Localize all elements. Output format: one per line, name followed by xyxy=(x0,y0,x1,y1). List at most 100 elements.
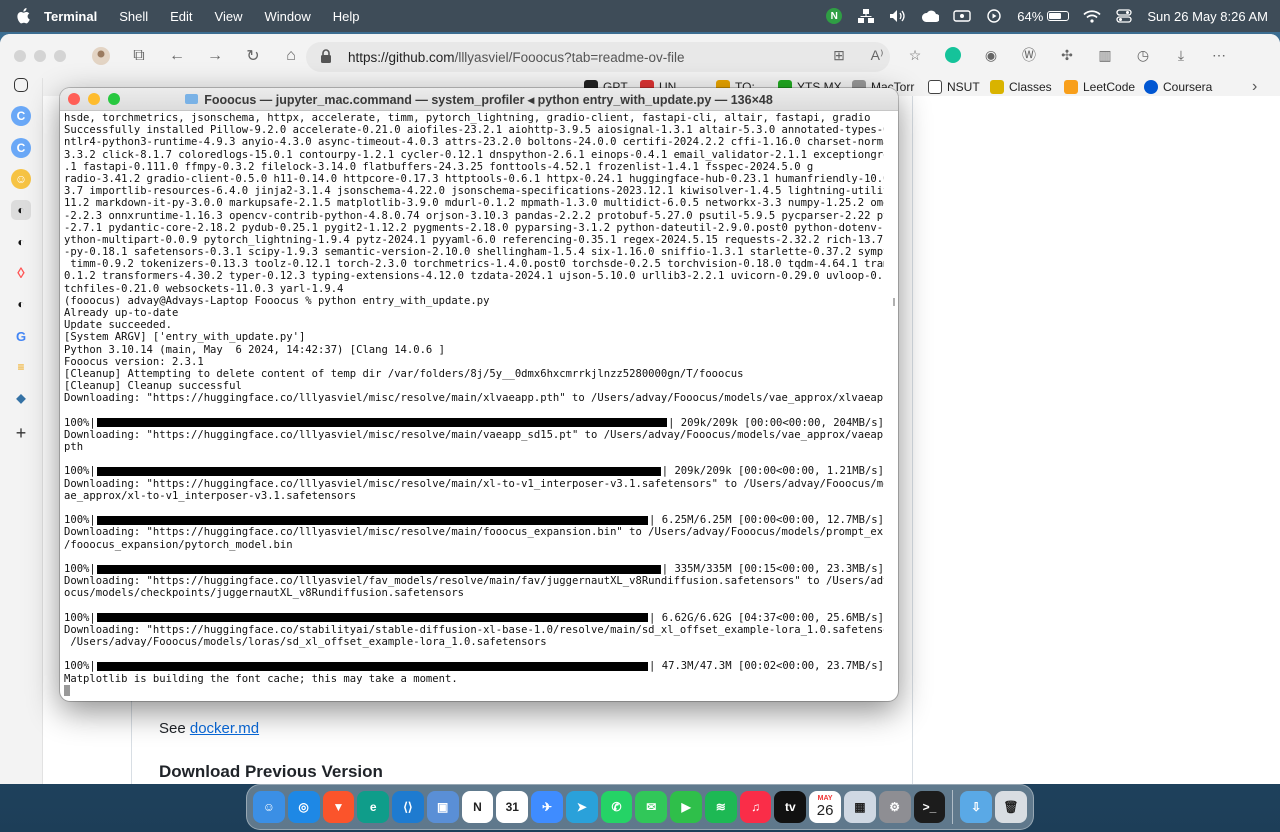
more-menu-icon[interactable]: ⋯ xyxy=(1206,42,1232,68)
dock-downloads-icon[interactable]: ⇩ xyxy=(960,791,993,823)
apps-grid-icon[interactable]: ⊞ xyxy=(826,42,852,68)
downloads-icon[interactable]: ⤓ xyxy=(1168,42,1194,68)
tabs-icon[interactable]: ⧉ xyxy=(126,43,152,69)
bookmarks-overflow-chevron-icon[interactable]: › xyxy=(1252,78,1257,96)
progress-bar xyxy=(96,564,661,574)
terminal-output[interactable]: hsde, torchmetrics, jsonschema, httpx, a… xyxy=(64,110,884,701)
volume-icon[interactable] xyxy=(889,7,907,25)
docker-md-link[interactable]: docker.md xyxy=(190,720,259,737)
dock-whatsapp-icon[interactable]: ✆ xyxy=(600,791,633,823)
close-button[interactable] xyxy=(68,93,80,105)
dock-trash-icon[interactable]: 🗑 xyxy=(995,791,1027,823)
control-center-icon[interactable] xyxy=(1115,7,1133,25)
sidebar-github-2-icon[interactable]: ◐ xyxy=(11,232,31,252)
dock-edge-icon[interactable]: e xyxy=(357,791,390,823)
menu-clock[interactable]: Sun 26 May 8:26 AM xyxy=(1147,9,1268,24)
wordpress-extension-icon[interactable]: Ⓦ xyxy=(1016,42,1042,68)
terminal-line: .1 fastapi-0.111.0 ffmpy-0.3.2 filelock-… xyxy=(64,160,814,173)
apple-icon[interactable] xyxy=(12,5,34,27)
dock-terminal-icon[interactable]: >_ xyxy=(913,791,946,823)
menu-app-terminal[interactable]: Terminal xyxy=(44,9,97,24)
dock-preview-icon[interactable]: ▣ xyxy=(426,791,459,823)
sidebar-github-icon[interactable]: ◐ xyxy=(11,200,31,220)
terminal-line: [Cleanup] Attempting to delete content o… xyxy=(64,367,744,380)
dock-photo-booth-icon[interactable]: ▦ xyxy=(844,791,876,823)
menu-view[interactable]: View xyxy=(215,9,243,24)
menu-window[interactable]: Window xyxy=(265,9,311,24)
dock-vscode-icon[interactable]: ⟨⟩ xyxy=(392,791,424,823)
terminal-line: 3.7 importlib-resources-6.4.0 jinja2-3.1… xyxy=(64,185,884,198)
forward-icon[interactable]: → xyxy=(202,43,228,69)
sidebar-copilot-2-icon[interactable]: C xyxy=(11,138,31,158)
sidebar-stackoverflow-icon[interactable]: ≡ xyxy=(11,357,31,377)
terminal-line: Update succeeded. xyxy=(64,319,172,332)
history-icon[interactable]: ◷ xyxy=(1130,42,1156,68)
sidebar-flame-icon[interactable]: ◊ xyxy=(11,263,31,283)
dock-facetime-icon[interactable]: ▶ xyxy=(670,791,702,823)
progress-percent: 100%| xyxy=(64,465,96,478)
dock-tv-icon[interactable]: tv xyxy=(774,791,807,823)
reload-icon[interactable]: ↻ xyxy=(240,43,266,69)
progress-stats: | 335M/335M [00:15<00:00, 23.3MB/s] xyxy=(661,562,884,575)
dock-spotify-icon[interactable]: ≋ xyxy=(704,791,737,823)
terminal-line: 11.2 markdown-it-py-3.0.0 markupsafe-2.1… xyxy=(64,197,884,210)
menu-help[interactable]: Help xyxy=(333,9,360,24)
lock-icon[interactable] xyxy=(320,49,332,67)
sidebar-python-icon[interactable]: ◆ xyxy=(11,388,31,408)
back-icon[interactable]: ← xyxy=(164,43,190,69)
dock-calendar-icon[interactable]: MAY 26 xyxy=(809,791,842,823)
bookmark-coursera[interactable]: Coursera xyxy=(1144,78,1212,96)
wifi-icon[interactable] xyxy=(1083,7,1101,25)
favorite-star-icon[interactable]: ☆ xyxy=(902,42,928,68)
terminal-line: pth xyxy=(64,441,84,454)
browser-right-tools: ⊞ A⁾ ☆ ◉ Ⓦ ✣ ▥ ◷ ⤓ ⋯ xyxy=(826,42,1232,68)
play-circle-icon[interactable] xyxy=(985,7,1003,25)
dock: ☺ ◎ ▼ e ⟨⟩ ▣ N 31 ✈ ➤ ✆ ✉ ▶ ≋ ♫ tv MAY 26 ▦ ⚙ >_ ⇩ 🗑 xyxy=(246,784,1034,830)
terminal-titlebar[interactable]: Fooocus — jupyter_mac.command — system_p… xyxy=(60,88,898,111)
bookmark-classes[interactable]: Classes xyxy=(990,78,1052,96)
sidebar-github-3-icon[interactable]: ◐ xyxy=(11,294,31,314)
dock-notion-icon[interactable]: N xyxy=(461,791,494,823)
grammarly-extension-icon[interactable] xyxy=(940,42,966,68)
progress-percent: 100%| xyxy=(64,514,96,527)
minimize-button[interactable] xyxy=(88,93,100,105)
sidebar-tabs-icon[interactable] xyxy=(14,78,28,92)
dock-calendar-31-icon[interactable]: 31 xyxy=(496,791,529,823)
dock-brave-icon[interactable]: ▼ xyxy=(322,791,355,823)
browser-window-controls[interactable] xyxy=(14,50,66,62)
sidebar-google-icon[interactable]: G xyxy=(11,326,31,346)
menu-shell[interactable]: Shell xyxy=(119,9,148,24)
dock-messages-icon[interactable]: ✉ xyxy=(635,791,668,823)
sidebar-huggingface-icon[interactable]: ☺ xyxy=(11,169,31,189)
battery-status[interactable]: 64% xyxy=(1017,9,1070,24)
dock-finder-icon[interactable]: ☺ xyxy=(253,791,285,823)
sidebar-add-icon[interactable]: + xyxy=(11,423,31,443)
norton-icon[interactable]: N xyxy=(825,7,843,25)
network-icon[interactable] xyxy=(857,7,875,25)
address-bar[interactable]: https://github.com/lllyasviel/Fooocus?ta… xyxy=(306,42,890,72)
home-icon[interactable]: ⌂ xyxy=(278,43,304,69)
zoom-button[interactable] xyxy=(108,93,120,105)
dock-system-settings-icon[interactable]: ⚙ xyxy=(878,791,911,823)
dock-music-icon[interactable]: ♫ xyxy=(739,791,772,823)
read-aloud-icon[interactable]: A⁾ xyxy=(864,42,890,68)
bookmark-nsut[interactable]: NSUT xyxy=(928,78,980,96)
profile-avatar-icon[interactable] xyxy=(88,43,114,69)
progress-stats: | 209k/209k [00:00<00:00, 1.21MB/s] xyxy=(661,465,884,478)
screen-mirror-icon[interactable] xyxy=(953,7,971,25)
bookmark-leetcode[interactable]: LeetCode xyxy=(1064,78,1135,96)
extension-shield-icon[interactable]: ◉ xyxy=(978,42,1004,68)
split-screen-icon[interactable]: ▥ xyxy=(1092,42,1118,68)
dock-telegram-icon[interactable]: ➤ xyxy=(565,791,598,823)
terminal-scroll-indicator[interactable] xyxy=(893,298,895,306)
extensions-icon[interactable]: ✣ xyxy=(1054,42,1080,68)
sidebar-copilot-icon[interactable]: C xyxy=(11,106,31,126)
dock-testflight-icon[interactable]: ✈ xyxy=(531,791,563,823)
menu-edit[interactable]: Edit xyxy=(170,9,192,24)
dock-safari-icon[interactable]: ◎ xyxy=(287,791,320,823)
terminal-line: Already up-to-date xyxy=(64,307,179,319)
cloud-icon[interactable] xyxy=(921,7,940,25)
terminal-line: Fooocus version: 2.3.1 xyxy=(64,355,204,368)
